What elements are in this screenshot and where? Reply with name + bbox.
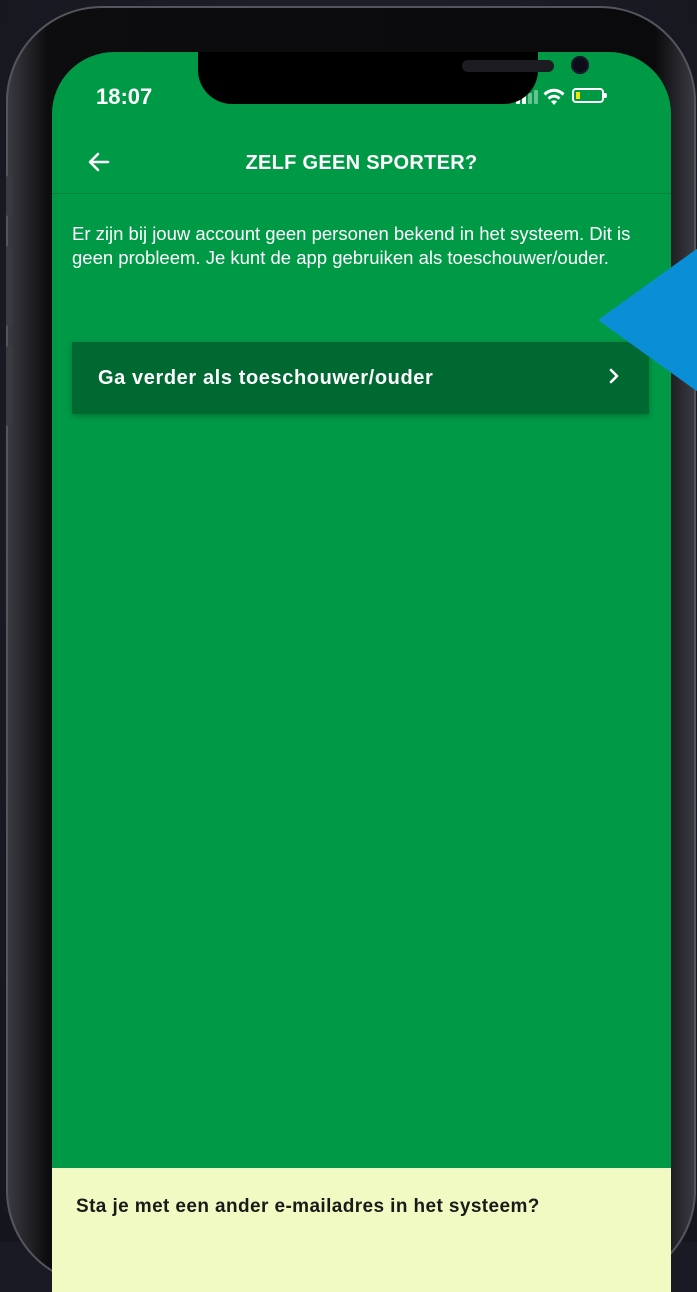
app-screen: 18:07 ZELF GEEN SPORTER? Er zijn bij jou… (52, 52, 671, 1292)
volume-up-button (6, 246, 12, 326)
speaker-grille (462, 60, 554, 72)
navigation-bar: ZELF GEEN SPORTER? (52, 137, 671, 194)
pointer-arrow-icon (598, 248, 697, 392)
alternate-email-prompt: Sta je met een ander e-mailadres in het … (76, 1196, 540, 1217)
battery-icon (572, 88, 607, 103)
alternate-email-panel[interactable]: Sta je met een ander e-mailadres in het … (52, 1168, 671, 1292)
wifi-icon (543, 88, 565, 105)
page-title: ZELF GEEN SPORTER? (245, 152, 478, 174)
front-camera (571, 56, 589, 74)
volume-down-button (6, 346, 12, 426)
mute-switch (6, 176, 12, 216)
phone-frame: 18:07 ZELF GEEN SPORTER? Er zijn bij jou… (6, 6, 696, 1292)
continue-button-label: Ga verder als toeschouwer/ouder (98, 366, 434, 389)
device-notch (198, 52, 589, 104)
status-time: 18:07 (96, 84, 153, 109)
info-text: Er zijn bij jouw account geen personen b… (72, 223, 631, 268)
continue-as-spectator-button[interactable]: Ga verder als toeschouwer/ouder (72, 342, 649, 414)
